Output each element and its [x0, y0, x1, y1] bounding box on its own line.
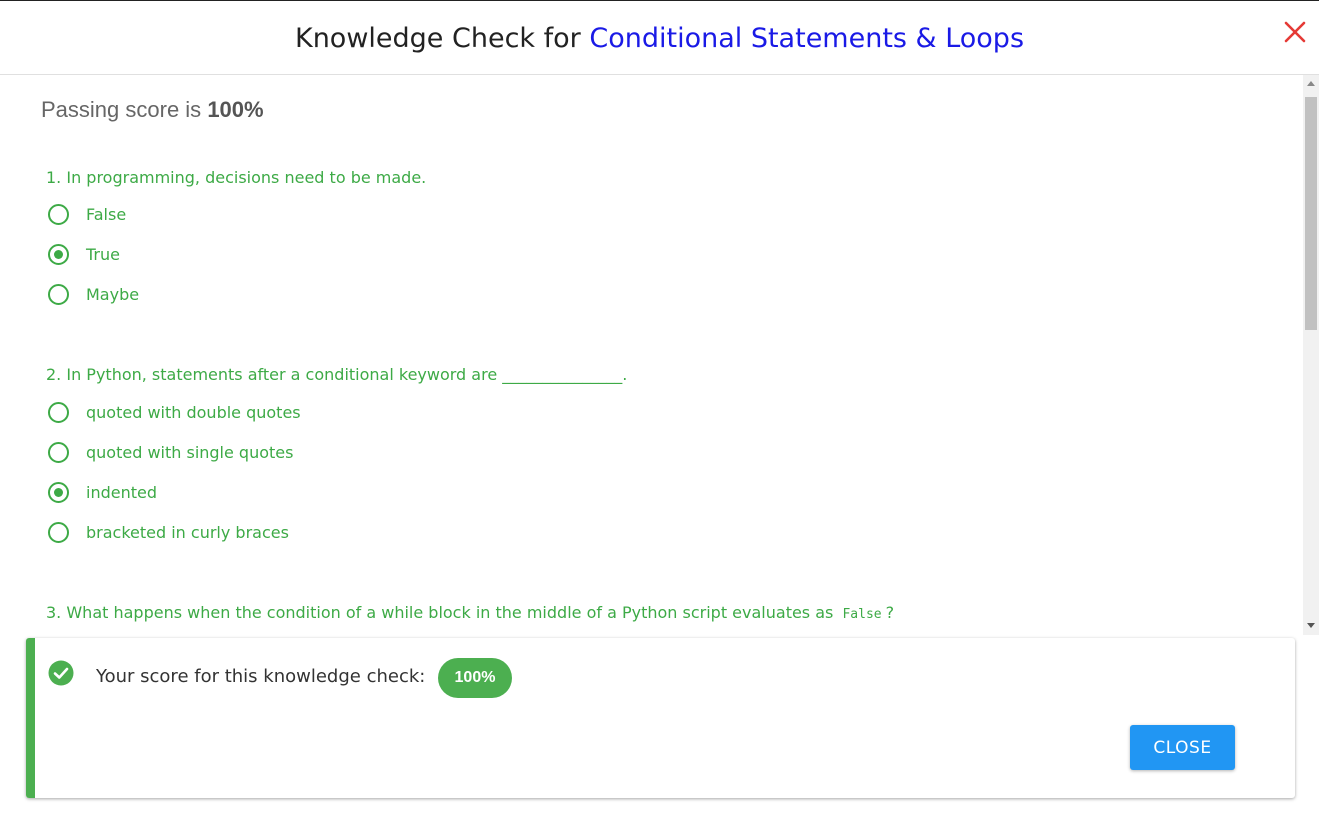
question-3-code: False — [842, 607, 882, 622]
question-3-text-after: ? — [885, 603, 895, 622]
option-label: quoted with single quotes — [86, 443, 294, 462]
option-label: True — [86, 245, 120, 264]
score-result-card: Your score for this knowledge check: 100… — [26, 638, 1295, 798]
option-label: quoted with double quotes — [86, 403, 301, 422]
radio-checked-icon[interactable] — [48, 244, 69, 265]
result-accent-bar — [26, 638, 35, 798]
check-circle-icon — [48, 660, 74, 686]
radio-unchecked-icon[interactable] — [48, 442, 69, 463]
radio-unchecked-icon[interactable] — [48, 204, 69, 225]
option-label: indented — [86, 483, 157, 502]
question-3-text-before: 3. What happens when the condition of a … — [46, 603, 834, 622]
dialog-header: Knowledge Check for Conditional Statemen… — [0, 1, 1319, 75]
score-label: Your score for this knowledge check: — [96, 666, 426, 687]
close-button[interactable]: CLOSE — [1130, 725, 1235, 770]
question-1-text: 1. In programming, decisions need to be … — [46, 168, 427, 187]
option-label: Maybe — [86, 285, 140, 304]
title-prefix: Knowledge Check for — [294, 23, 581, 54]
question-3-text: 3. What happens when the condition of a … — [46, 603, 894, 622]
scroll-down-arrow-icon[interactable] — [1307, 623, 1315, 628]
option-label: bracketed in curly braces — [86, 523, 289, 542]
score-badge: 100% — [438, 658, 512, 698]
passing-score: Passing score is 100% — [41, 97, 264, 123]
vertical-scrollbar[interactable] — [1303, 75, 1319, 635]
passing-label: Passing score is — [41, 97, 202, 122]
question-2-text: 2. In Python, statements after a conditi… — [46, 365, 628, 384]
radio-unchecked-icon[interactable] — [48, 402, 69, 423]
close-icon[interactable] — [1282, 19, 1308, 45]
scroll-up-arrow-icon[interactable] — [1307, 81, 1315, 86]
quiz-content: Passing score is 100% 1. In programming,… — [0, 75, 1303, 633]
title-topic: Conditional Statements & Loops — [589, 23, 1025, 54]
radio-unchecked-icon[interactable] — [48, 284, 69, 305]
scroll-thumb[interactable] — [1305, 97, 1317, 330]
passing-value: 100% — [207, 97, 264, 122]
radio-checked-icon[interactable] — [48, 482, 69, 503]
radio-unchecked-icon[interactable] — [48, 522, 69, 543]
dialog-title: Knowledge Check for Conditional Statemen… — [0, 23, 1319, 54]
option-label: False — [86, 205, 127, 224]
